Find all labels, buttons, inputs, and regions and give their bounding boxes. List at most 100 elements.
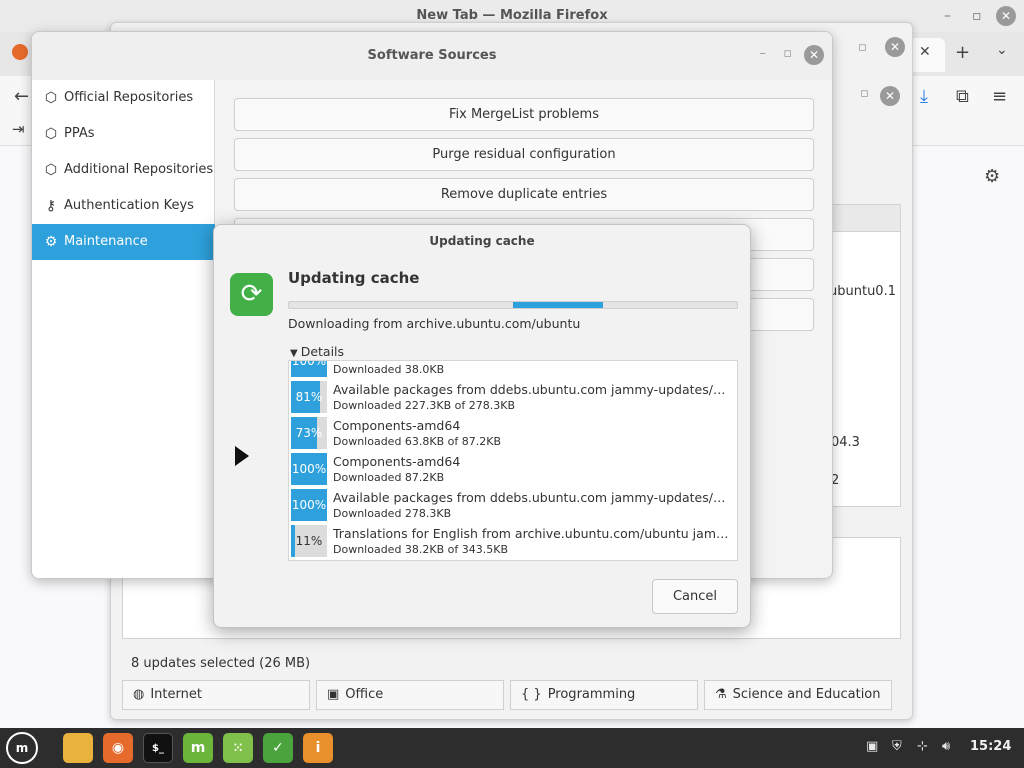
window-title: Software Sources (32, 32, 832, 80)
tab-label: Science and Education (732, 687, 881, 702)
tab-label: Office (345, 687, 384, 702)
progress-bar (288, 301, 738, 309)
download-icon[interactable]: ⤓ (920, 86, 928, 107)
network-icon[interactable]: ⊹ (917, 739, 928, 754)
sidebar-item-maintenance[interactable]: ⚙ Maintenance (32, 224, 215, 260)
triangle-down-icon: ▼ (290, 348, 298, 359)
tab-office[interactable]: ▣ Office (316, 680, 504, 710)
sidebar-item-ppas[interactable]: ⬡ PPAs (32, 116, 215, 152)
remove-duplicates-button[interactable]: Remove duplicate entries (234, 178, 814, 211)
percent-label: 100% (291, 462, 327, 476)
percent-indicator: 100% (291, 360, 327, 377)
firefox-icon[interactable]: ◉ (103, 733, 133, 763)
list-item: 100% Available packages from ddebs.ubunt… (289, 487, 731, 523)
close-icon[interactable]: ✕ (996, 6, 1016, 26)
close-icon[interactable]: ✕ (804, 45, 824, 65)
um-maximize-icon-2[interactable]: ▫ (858, 40, 867, 55)
percent-label: 81% (295, 390, 323, 404)
extensions-icon[interactable]: ⧉ (956, 86, 969, 107)
maximize-icon[interactable]: ▫ (783, 46, 792, 61)
um-maximize-icon[interactable]: ▫ (860, 86, 869, 101)
folder-icon[interactable] (63, 733, 93, 763)
update-version: ubuntu0.1 (829, 284, 896, 299)
firefox-icon (12, 44, 28, 60)
sidebar-item-label: PPAs (64, 126, 95, 141)
package-icon: ⬡ (44, 162, 58, 178)
item-status: Downloaded 227.3KB of 278.3KB (333, 399, 516, 412)
braces-icon: { } (521, 687, 542, 702)
minimize-icon[interactable]: – (944, 8, 951, 24)
settings-gear-icon[interactable]: ⚙ (984, 166, 1000, 187)
mint-icon[interactable]: m (183, 733, 213, 763)
download-list[interactable]: 100% Downloaded 38.0KB 81% Available pac… (288, 360, 738, 561)
percent-indicator: 100% (291, 453, 327, 485)
item-name: Available packages from ddebs.ubuntu.com… (333, 382, 731, 397)
list-item: 81% Available packages from ddebs.ubuntu… (289, 379, 731, 415)
grid-icon[interactable]: ⁙ (223, 733, 253, 763)
item-status: Downloaded 38.2KB of 343.5KB (333, 543, 509, 556)
tab-programming[interactable]: { } Programming (510, 680, 698, 710)
back-icon[interactable]: ← (14, 86, 29, 107)
gear-icon: ⚙ (44, 234, 58, 250)
details-expander[interactable]: ▼ Details (290, 344, 344, 359)
taskbar: m ◉ $_ m ⁙ ✓ i ▣ ⛨ ⊹ 🔊︎ 15:24 (0, 728, 1024, 768)
key-icon: ⚷ (45, 198, 57, 214)
item-status: Downloaded 63.8KB of 87.2KB (333, 435, 502, 448)
update-version: 04.3 (831, 435, 860, 450)
list-item: 11% Translations for English from archiv… (289, 523, 731, 559)
shield-tray-icon[interactable]: ⛨ (892, 739, 902, 754)
fix-mergelist-button[interactable]: Fix MergeList problems (234, 98, 814, 131)
list-item: 73% Components-amd64 Downloaded 63.8KB o… (289, 415, 729, 451)
terminal-icon[interactable]: $_ (143, 733, 173, 763)
list-item: 100% Components-amd64 Downloaded 87.2KB (289, 451, 729, 487)
refresh-icon: ⟳ (230, 273, 273, 316)
tab-internet[interactable]: ◍ Internet (122, 680, 310, 710)
details-label: Details (300, 344, 345, 359)
mint-menu-icon[interactable]: m (6, 732, 38, 764)
package-icon: ⬡ (44, 90, 58, 106)
sidebar-item-additional-repositories[interactable]: ⬡ Additional Repositories (32, 152, 215, 188)
tab-label: Programming (547, 687, 636, 702)
sidebar-item-official-repositories[interactable]: ⬡ Official Repositories (32, 80, 215, 116)
cancel-button[interactable]: Cancel (652, 579, 738, 614)
percent-label: 100% (291, 360, 327, 368)
firefox-window-title: New Tab — Mozilla Firefox (416, 8, 608, 23)
tab-science[interactable]: ⚗ Science and Education (704, 680, 892, 710)
flask-icon: ⚗ (715, 687, 727, 702)
item-name: Components-amd64 (333, 418, 461, 433)
info-icon[interactable]: i (303, 733, 333, 763)
percent-label: 11% (295, 534, 323, 548)
list-tabs-icon[interactable]: ⌄ (996, 42, 1008, 58)
item-name: Translations for English from archive.ub… (333, 526, 731, 541)
volume-icon[interactable]: 🔊︎ (942, 739, 950, 754)
um-close-icon[interactable]: ✕ (880, 86, 900, 106)
dialog-title: Updating cache (429, 234, 535, 248)
um-close-icon-2[interactable]: ✕ (885, 37, 905, 57)
sidebar-item-label: Authentication Keys (64, 198, 194, 213)
maximize-icon[interactable]: ▫ (972, 8, 982, 24)
import-icon[interactable]: ⇥ (12, 120, 25, 138)
item-status: Downloaded 87.2KB (333, 471, 445, 484)
menu-icon[interactable]: ≡ (992, 86, 1007, 107)
globe-icon: ◍ (133, 687, 145, 702)
shield-icon[interactable]: ✓ (263, 733, 293, 763)
list-item: 100% Downloaded 38.0KB (289, 360, 729, 379)
downloading-from-text: Downloading from archive.ubuntu.com/ubun… (288, 316, 581, 331)
item-status: Downloaded 278.3KB (333, 507, 452, 520)
package-icon: ⬡ (44, 126, 58, 142)
percent-indicator: 100% (291, 489, 327, 521)
sidebar-item-label: Maintenance (64, 234, 148, 249)
percent-label: 73% (295, 426, 323, 440)
close-tab-icon[interactable]: ✕ (919, 44, 931, 60)
sidebar-item-authentication-keys[interactable]: ⚷ Authentication Keys (32, 188, 215, 224)
percent-indicator: 73% (291, 417, 327, 449)
minimize-icon[interactable]: – (760, 46, 767, 61)
new-tab-icon[interactable]: + (955, 42, 970, 63)
progress-fill (513, 302, 603, 308)
purge-residual-button[interactable]: Purge residual configuration (234, 138, 814, 171)
notifications-icon[interactable]: ▣ (866, 739, 878, 754)
dialog-heading: Updating cache (288, 269, 420, 287)
clock[interactable]: 15:24 (970, 739, 1011, 754)
percent-indicator: 11% (291, 525, 327, 557)
item-name: Available packages from ddebs.ubuntu.com… (333, 490, 731, 505)
